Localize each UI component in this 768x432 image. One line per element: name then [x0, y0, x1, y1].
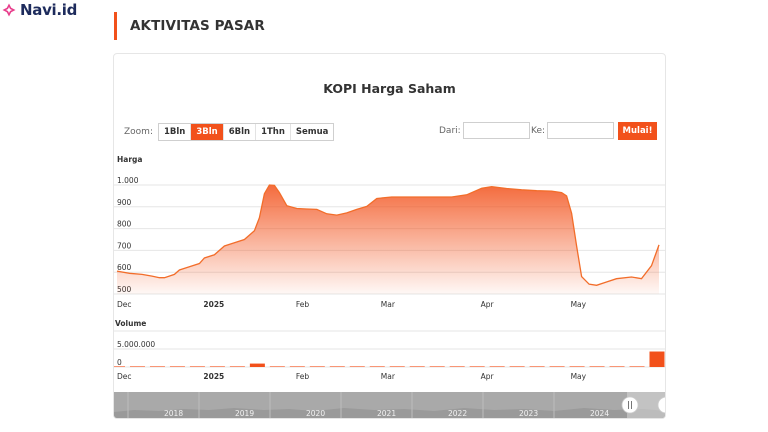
- section-title: AKTIVITAS PASAR: [130, 18, 265, 34]
- volume-bar: [389, 366, 405, 367]
- navigator-left-handle[interactable]: [621, 396, 639, 414]
- chart-plot: Harga 1.000900800700600500 Dec2025FebMar…: [114, 155, 666, 419]
- volume-bar: [289, 366, 305, 367]
- volume-y-tick-label: 0: [117, 358, 122, 367]
- volume-bar: [549, 366, 565, 367]
- volume-bar: [169, 366, 185, 367]
- price-area: [117, 185, 659, 294]
- volume-x-ticks: Dec 2025 Feb Mar Apr May: [117, 372, 587, 381]
- volume-x-tick-label: Mar: [381, 372, 396, 381]
- volume-x-tick-label: Dec: [117, 372, 132, 381]
- stock-chart-card: KOPI Harga Saham Zoom: 1Bln 3Bln 6Bln 1T…: [113, 53, 666, 419]
- navigator-year-label: 2023: [519, 409, 538, 418]
- volume-y-tick-label: 5.000.000: [117, 340, 155, 349]
- volume-bar: [449, 366, 465, 367]
- volume-bar: [189, 366, 205, 367]
- volume-bar: [149, 366, 165, 367]
- volume-x-tick-label: 2025: [203, 372, 224, 381]
- volume-bar: [129, 366, 145, 367]
- volume-x-tick-label: Feb: [296, 372, 310, 381]
- price-x-tick-label: Feb: [296, 300, 310, 309]
- volume-bar: [309, 366, 325, 367]
- volume-bar: [409, 366, 425, 367]
- price-x-tick-label: May: [571, 300, 587, 309]
- price-x-tick-label: Dec: [117, 300, 132, 309]
- price-y-tick-label: 1.000: [117, 176, 139, 185]
- volume-bars: [114, 351, 665, 367]
- diamond-sparkle-icon: [2, 3, 16, 17]
- volume-bar: [569, 366, 585, 367]
- price-y-tick-label: 700: [117, 241, 132, 250]
- brand-logo[interactable]: Navi.id: [2, 1, 77, 19]
- navigator-year-label: 2024: [590, 409, 609, 418]
- volume-bar: [509, 366, 525, 367]
- price-y-tick-label: 900: [117, 198, 132, 207]
- volume-bar: [589, 366, 605, 367]
- price-x-ticks: Dec 2025 Feb Mar Apr May: [117, 300, 587, 309]
- volume-bar: [349, 366, 365, 367]
- volume-bar: [429, 366, 445, 367]
- volume-y-ticks: 5.000.000 0: [117, 340, 155, 367]
- volume-pane-title: Volume: [115, 319, 146, 328]
- volume-bar: [609, 366, 625, 367]
- volume-bar: [114, 366, 125, 367]
- volume-bar: [269, 366, 285, 367]
- volume-bar: [489, 366, 505, 367]
- price-x-tick-label: Mar: [381, 300, 396, 309]
- navigator-year-label: 2020: [306, 409, 325, 418]
- price-x-tick-label: 2025: [203, 300, 224, 309]
- navigator-year-label: 2021: [377, 409, 396, 418]
- navigator-year-label: 2018: [164, 409, 183, 418]
- volume-bar: [529, 366, 545, 367]
- section-header: AKTIVITAS PASAR: [114, 12, 265, 40]
- volume-bar: [629, 366, 645, 367]
- navigator[interactable]: 2018 2019 2020 2021 2022 2023 2024: [114, 392, 666, 419]
- volume-bar: [229, 366, 245, 367]
- price-x-tick-label: Apr: [481, 300, 495, 309]
- price-pane-title: Harga: [117, 155, 142, 164]
- brand-name: Navi.id: [20, 1, 78, 19]
- volume-x-tick-label: Apr: [481, 372, 495, 381]
- volume-bar: [469, 366, 485, 367]
- volume-bar: [329, 366, 345, 367]
- navigator-year-label: 2019: [235, 409, 254, 418]
- navigator-year-label: 2022: [448, 409, 467, 418]
- volume-bar: [649, 351, 665, 367]
- price-y-tick-label: 800: [117, 220, 132, 229]
- volume-bar: [249, 363, 265, 367]
- volume-x-tick-label: May: [571, 372, 587, 381]
- volume-bar: [369, 366, 385, 367]
- volume-grid: [114, 330, 665, 368]
- volume-bar: [209, 366, 225, 367]
